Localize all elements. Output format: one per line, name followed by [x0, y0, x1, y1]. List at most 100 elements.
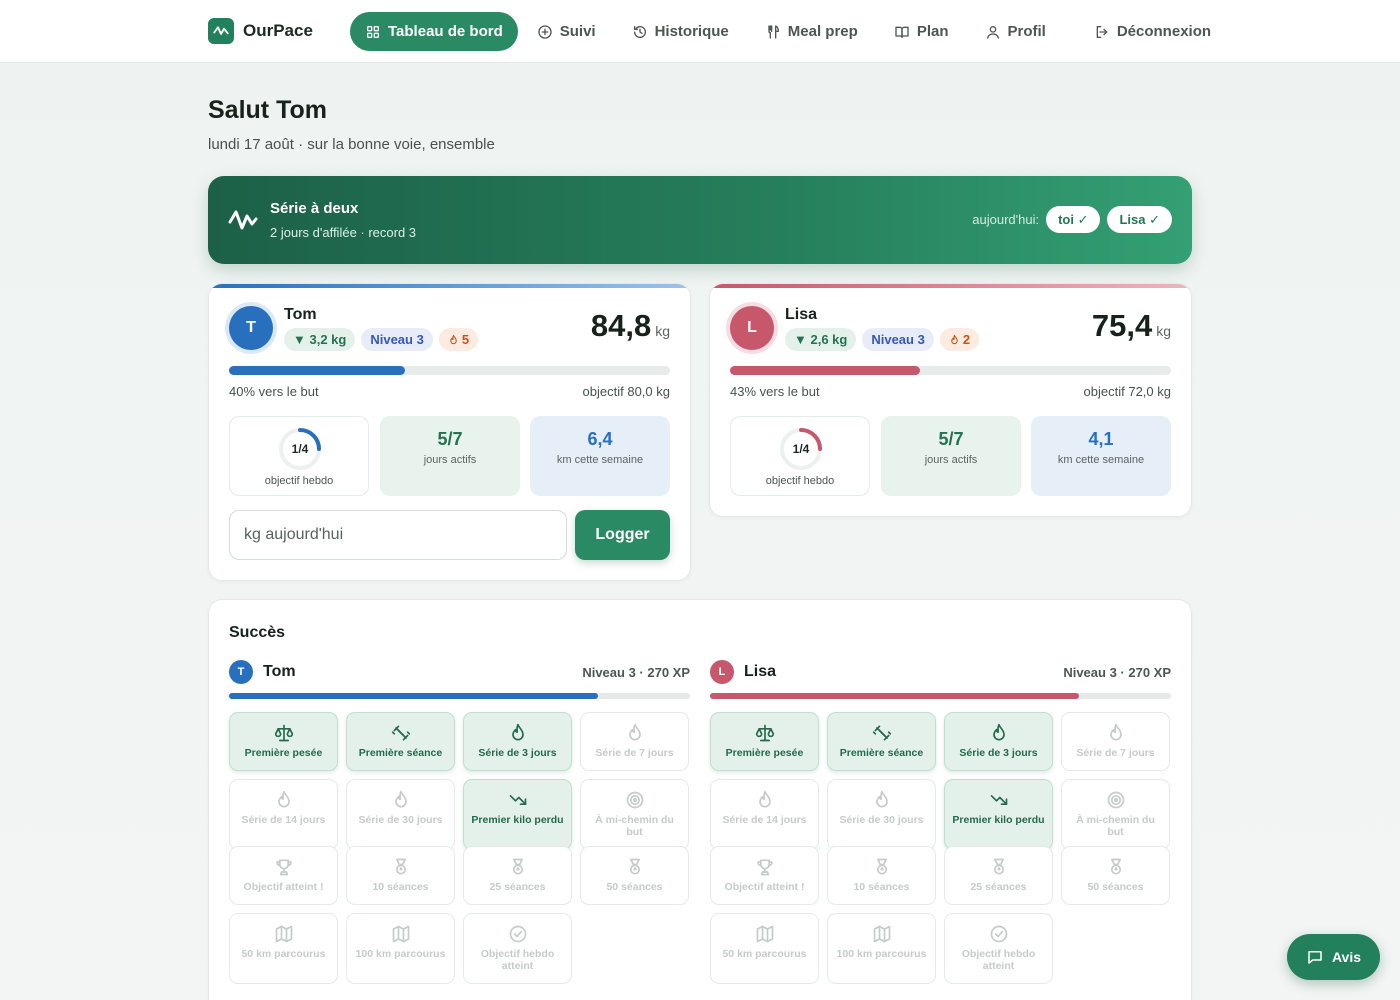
streak-today: aujourd'hui: toi ✓ Lisa ✓: [972, 206, 1172, 233]
activity-icon: [228, 210, 258, 230]
km-label: km cette semaine: [556, 454, 644, 466]
nav-item-plan[interactable]: Plan: [881, 12, 962, 51]
badge-label: À mi-chemin du but: [1076, 814, 1155, 838]
achievement-badge: Objectif atteint !: [710, 846, 819, 905]
grid-icon: [367, 25, 379, 38]
badge-label: Série de 7 jours: [595, 747, 674, 759]
level-badge: Niveau 3: [862, 328, 934, 351]
badge-label: Premier kilo perdu: [471, 814, 564, 826]
goal-progress-fill: [229, 366, 406, 375]
achievement-badge: 50 séances: [580, 846, 689, 905]
nav-item-deconnexion[interactable]: Déconnexion: [1081, 12, 1224, 51]
feedback-button[interactable]: Avis: [1287, 934, 1380, 980]
nav-item-historique[interactable]: Historique: [619, 12, 742, 51]
feedback-label: Avis: [1331, 949, 1362, 965]
streak-badge: 5: [438, 328, 479, 351]
flame-icon: [875, 790, 888, 808]
flame-icon: [992, 723, 1005, 741]
weight-unit: kg: [1156, 323, 1171, 339]
achievement-badge: Première pesée: [229, 712, 338, 771]
target-icon: [626, 791, 643, 809]
flame-icon: [628, 723, 641, 741]
top-navigation-bar: OurPace Tableau de bord Suivi Historique Me…: [0, 0, 1400, 63]
level-xp: Niveau 3 · 270 XP: [1063, 665, 1171, 680]
achievement-badge: Série de 30 jours: [346, 779, 455, 850]
goal-progress-bar: [229, 366, 670, 375]
dumbbell-icon: [391, 725, 410, 741]
achievements-header-lisa: L Lisa Niveau 3 · 270 XP: [710, 660, 1171, 684]
flame-icon: [450, 334, 457, 344]
xp-progress-bar: [710, 693, 1171, 699]
badge-label: Première séance: [358, 747, 443, 759]
badge-label: Première pesée: [725, 747, 804, 759]
main-nav: Tableau de bord Suivi Historique Meal prep P…: [350, 12, 1234, 51]
achievement-badge: Série de 7 jours: [580, 712, 689, 771]
medal-icon: [993, 858, 1004, 875]
you-checked-badge: toi ✓: [1046, 206, 1101, 233]
scale-icon: [274, 724, 293, 742]
badge-label: 50 km parcourus: [241, 948, 326, 960]
goal-progress-fill: [730, 366, 920, 375]
nav-item-tableau-de-bord[interactable]: Tableau de bord: [350, 12, 518, 51]
nav-item-label: Profil: [1007, 23, 1046, 40]
badge-label: 50 km parcourus: [722, 948, 807, 960]
person-name: Lisa: [785, 306, 818, 323]
achievement-badge: 25 séances: [944, 846, 1053, 905]
avatar: L: [730, 306, 774, 350]
xp-progress-bar: [229, 693, 690, 699]
today-label: aujourd'hui:: [972, 212, 1040, 227]
achievement-badge: Série de 3 jours: [463, 712, 572, 771]
page-subtitle: lundi 17 août · sur la bonne voie, ensem…: [208, 136, 495, 153]
flame-icon: [511, 723, 524, 741]
nav-item-label: Plan: [916, 23, 949, 40]
brand[interactable]: OurPace: [208, 18, 313, 44]
history-icon: [633, 25, 646, 38]
nav-item-suivi[interactable]: Suivi: [524, 12, 609, 51]
log-weight-button[interactable]: Logger: [575, 510, 670, 560]
plus-circle-icon: [538, 24, 552, 39]
km-stat: 4,1 km cette semaine: [1031, 416, 1171, 496]
flame-icon: [758, 790, 771, 808]
trend-down-icon: [990, 795, 1007, 805]
person-name: Tom: [284, 306, 317, 323]
weekly-goal-label: objectif hebdo: [264, 475, 334, 487]
medal-icon: [876, 858, 887, 875]
person-chips: ▼ 2,6 kg Niveau 3 2: [785, 328, 980, 351]
nav-item-label: Déconnexion: [1116, 23, 1212, 40]
badge-label: 10 séances: [372, 881, 429, 893]
badge-grid-tom: Première pesée Première séance Série de 3 …: [229, 712, 690, 984]
chat-icon: [1308, 951, 1322, 964]
avatar: T: [229, 306, 273, 350]
trophy-icon: [756, 859, 773, 876]
achievements-header-tom: T Tom Niveau 3 · 270 XP: [229, 660, 690, 684]
achievement-badge: 100 km parcourus: [346, 913, 455, 984]
km-label: km cette semaine: [1057, 454, 1145, 466]
card-accent: [710, 284, 1191, 288]
partner-checked-badge: Lisa ✓: [1107, 206, 1172, 233]
avatar: L: [710, 660, 734, 684]
person-chips: ▼ 3,2 kg Niveau 3 5: [284, 328, 479, 351]
weekly-goal-label: objectif hebdo: [765, 475, 835, 487]
km-value: 6,4: [587, 429, 613, 449]
badge-label: Objectif hebdo atteint: [961, 948, 1036, 972]
badge-label: 50 séances: [606, 881, 663, 893]
badge-label: Objectif atteint !: [243, 881, 324, 893]
person-name: Lisa: [744, 663, 777, 680]
badge-label: Série de 3 jours: [959, 747, 1038, 759]
nav-item-meal-prep[interactable]: Meal prep: [752, 12, 871, 51]
xp-progress-fill: [229, 693, 598, 699]
badge-label: Série de 14 jours: [241, 814, 326, 826]
flame-icon: [1109, 723, 1122, 741]
page-title: Salut Tom: [208, 96, 327, 124]
person-card-lisa: L Lisa ▼ 2,6 kg Niveau 3 2 75,4 kg 43% v…: [709, 283, 1192, 517]
badge-label: Première séance: [839, 747, 924, 759]
streak-count: 5: [461, 332, 470, 347]
badge-label: Série de 30 jours: [839, 814, 924, 826]
badge-label: Premier kilo perdu: [952, 814, 1045, 826]
weight-log-input[interactable]: [229, 510, 567, 560]
badge-label: Première pesée: [244, 747, 323, 759]
achievements-title: Succès: [229, 624, 286, 641]
nav-item-profil[interactable]: Profil: [972, 12, 1059, 51]
badge-label: 25 séances: [489, 881, 546, 893]
xp-progress-fill: [710, 693, 1079, 699]
